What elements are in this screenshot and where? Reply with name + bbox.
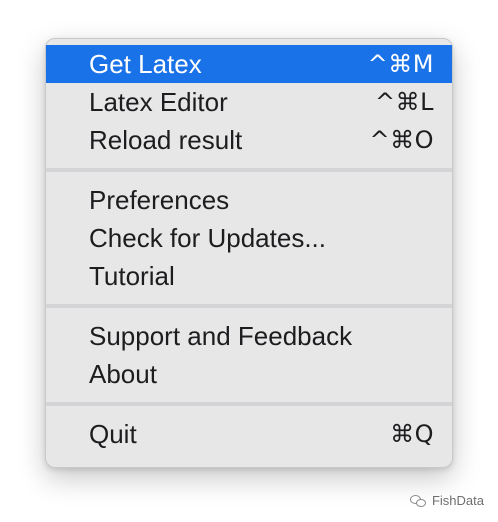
menu-item-label: Quit	[89, 419, 137, 449]
menu-item-check-for-updates[interactable]: Check for Updates...	[46, 219, 452, 257]
menu-item-shortcut: ^⌘M	[367, 50, 434, 78]
watermark: FishData	[409, 493, 484, 508]
menu-item-label: Tutorial	[89, 261, 175, 291]
menu-item-label: Get Latex	[89, 49, 202, 79]
menu-item-support-and-feedback[interactable]: Support and Feedback	[46, 317, 452, 355]
menu-separator	[46, 304, 452, 308]
menu-separator	[46, 168, 452, 172]
menu-item-shortcut: ^⌘O	[369, 126, 434, 154]
menu-item-label: Reload result	[89, 125, 243, 155]
menu-item-shortcut: ⌘Q	[390, 420, 434, 448]
wechat-icon	[409, 494, 426, 508]
menu-item-label: Latex Editor	[89, 87, 228, 117]
menu-item-reload-result[interactable]: Reload result ^⌘O	[46, 121, 452, 159]
menu-item-label: Check for Updates...	[89, 223, 326, 253]
menu-item-label: Preferences	[89, 185, 230, 215]
menu-item-get-latex[interactable]: Get Latex ^⌘M	[46, 45, 452, 83]
menu-item-preferences[interactable]: Preferences	[46, 181, 452, 219]
menu-item-about[interactable]: About	[46, 355, 452, 393]
menu-item-shortcut: ^⌘L	[375, 88, 434, 116]
watermark-text: FishData	[431, 493, 484, 508]
menu-item-latex-editor[interactable]: Latex Editor ^⌘L	[46, 83, 452, 121]
menu-item-label: Support and Feedback	[89, 321, 353, 351]
menu-item-label: About	[89, 359, 157, 389]
menu-item-tutorial[interactable]: Tutorial	[46, 257, 452, 295]
menu-item-quit[interactable]: Quit ⌘Q	[46, 415, 452, 453]
menu-separator	[46, 402, 452, 406]
context-menu: Get Latex ^⌘M Latex Editor ^⌘L Reload re…	[45, 38, 453, 468]
